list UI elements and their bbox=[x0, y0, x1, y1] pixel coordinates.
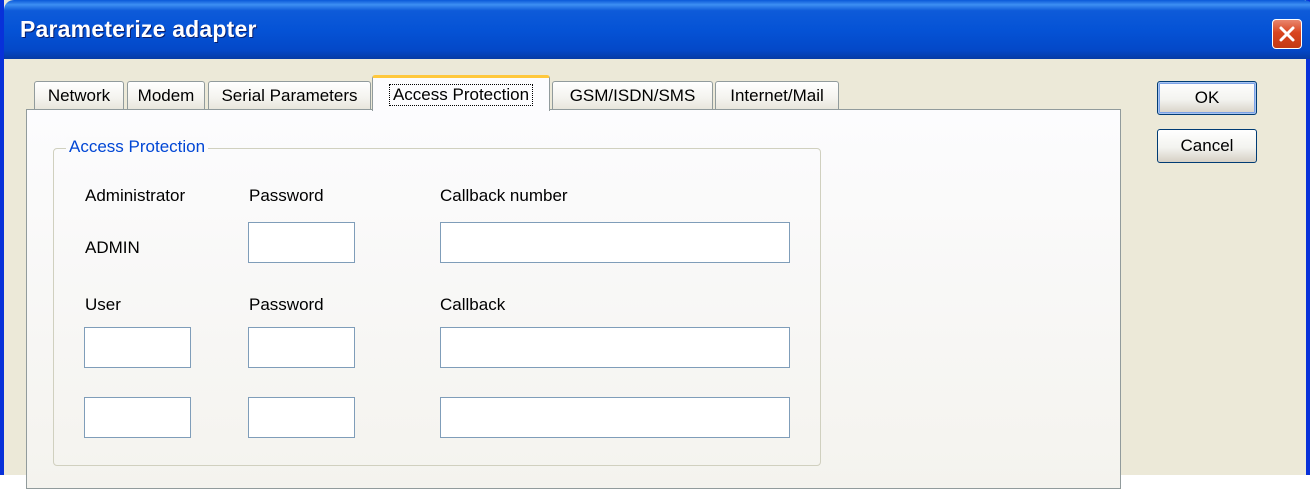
tab-gsm-isdn-sms[interactable]: GSM/ISDN/SMS bbox=[552, 81, 713, 109]
window-title: Parameterize adapter bbox=[20, 16, 257, 42]
admin-name: ADMIN bbox=[85, 238, 140, 257]
admin-callback-number-field[interactable] bbox=[440, 222, 790, 263]
user-header: User bbox=[85, 295, 121, 314]
tab-label: GSM/ISDN/SMS bbox=[569, 85, 696, 105]
tab-label: Network bbox=[47, 85, 111, 105]
access-protection-groupbox: Access Protection Administrator Password… bbox=[53, 137, 821, 466]
close-button[interactable] bbox=[1272, 19, 1302, 49]
tab-network[interactable]: Network bbox=[34, 81, 124, 109]
user-2-name-field[interactable] bbox=[84, 397, 191, 438]
user-1-name-field[interactable] bbox=[84, 327, 191, 368]
access-protection-panel: Access Protection Administrator Password… bbox=[26, 109, 1121, 489]
administrator-header: Administrator bbox=[85, 186, 186, 205]
title-bar[interactable]: Parameterize adapter bbox=[4, 0, 1310, 59]
ok-button[interactable]: OK bbox=[1157, 81, 1257, 115]
admin-password-field[interactable] bbox=[248, 222, 355, 263]
user-1-callback-field[interactable] bbox=[440, 327, 790, 368]
tab-label: Access Protection bbox=[388, 83, 534, 106]
tab-access-protection[interactable]: Access Protection bbox=[372, 75, 550, 111]
tab-modem[interactable]: Modem bbox=[127, 81, 205, 109]
cancel-button[interactable]: Cancel bbox=[1157, 129, 1257, 163]
user-2-callback-field[interactable] bbox=[440, 397, 790, 438]
callback-number-header: Callback number bbox=[440, 186, 568, 205]
admin-password-header: Password bbox=[249, 186, 324, 205]
tab-label: Internet/Mail bbox=[730, 85, 824, 105]
tab-serial-parameters[interactable]: Serial Parameters bbox=[208, 81, 371, 109]
dialog-client-area: Network Modem Serial Parameters Access P… bbox=[4, 59, 1306, 489]
callback-header: Callback bbox=[440, 295, 506, 314]
close-x-icon bbox=[1279, 26, 1295, 42]
user-password-header: Password bbox=[249, 295, 324, 314]
tab-label: Modem bbox=[137, 85, 195, 105]
tab-label: Serial Parameters bbox=[221, 85, 358, 105]
tab-internet-mail[interactable]: Internet/Mail bbox=[715, 81, 839, 109]
groupbox-legend: Access Protection bbox=[66, 137, 209, 157]
user-1-password-field[interactable] bbox=[248, 327, 355, 368]
user-2-password-field[interactable] bbox=[248, 397, 355, 438]
